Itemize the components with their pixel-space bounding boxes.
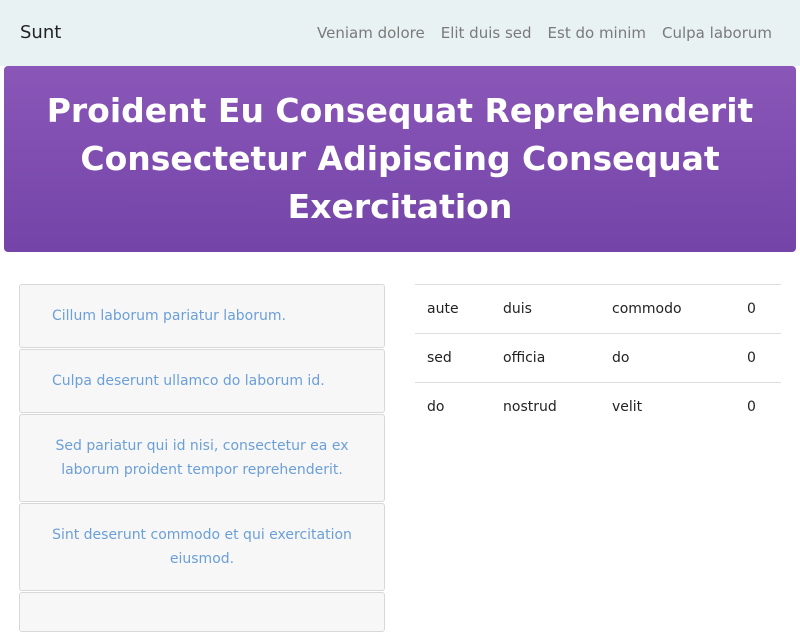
nav-link-veniam-dolore[interactable]: Veniam dolore — [317, 24, 425, 42]
brand-link[interactable]: Sunt — [20, 22, 61, 43]
table-cell: officia — [491, 333, 600, 383]
nav-link-culpa-laborum[interactable]: Culpa laborum — [662, 24, 772, 42]
list-item[interactable]: Cillum laborum pariatur laborum. — [19, 284, 385, 348]
list-group: Cillum laborum pariatur laborum. Culpa d… — [19, 284, 385, 633]
table-cell: do — [600, 333, 735, 383]
table-cell: velit — [600, 382, 735, 431]
table-cell: commodo — [600, 284, 735, 334]
table-cell: sed — [415, 333, 491, 383]
table-row: aute duis commodo 0 — [415, 284, 781, 334]
nav-links: Veniam dolore Elit duis sed Est do minim… — [317, 24, 772, 42]
data-table: aute duis commodo 0 sed officia do 0 do … — [415, 284, 781, 431]
table-cell: aute — [415, 284, 491, 334]
list-item[interactable]: Sint deserunt commodo et qui exercitatio… — [19, 503, 385, 591]
table-cell: 0 — [735, 284, 781, 334]
list-item[interactable]: Culpa deserunt ullamco do laborum id. — [19, 349, 385, 413]
table-cell: nostrud — [491, 382, 600, 431]
table-cell: duis — [491, 284, 600, 334]
table-cell: do — [415, 382, 491, 431]
nav-link-est-do-minim[interactable]: Est do minim — [548, 24, 646, 42]
hero-title: Proident Eu Consequat Reprehenderit Cons… — [46, 91, 754, 226]
list-item-partial — [19, 592, 385, 632]
table-cell: 0 — [735, 333, 781, 383]
nav-link-elit-duis-sed[interactable]: Elit duis sed — [441, 24, 532, 42]
list-item[interactable]: Sed pariatur qui id nisi, consectetur ea… — [19, 414, 385, 502]
table-row: sed officia do 0 — [415, 333, 781, 383]
navbar: Sunt Veniam dolore Elit duis sed Est do … — [0, 0, 800, 66]
hero-banner: Proident Eu Consequat Reprehenderit Cons… — [4, 66, 796, 252]
table-row: do nostrud velit 0 — [415, 382, 781, 431]
table-cell: 0 — [735, 382, 781, 431]
